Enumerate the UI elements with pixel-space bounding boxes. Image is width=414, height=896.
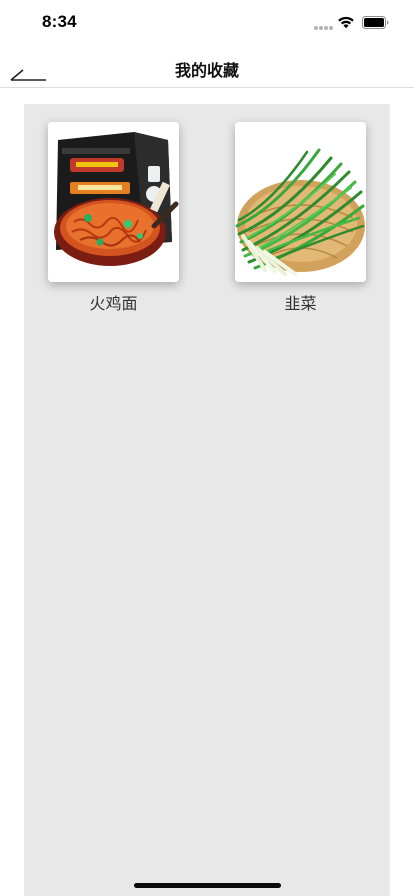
navigation-bar: 我的收藏 <box>0 46 414 88</box>
favorites-screen: 8:34 我的收藏 火鸡面 韭菜 <box>0 0 414 896</box>
chives-basket-image <box>235 122 366 282</box>
spicy-noodle-package-image <box>48 122 179 282</box>
page-title: 我的收藏 <box>174 61 239 80</box>
favorites-grid: 火鸡面 韭菜 <box>24 104 390 896</box>
favorite-item-label: 韭菜 <box>284 294 317 313</box>
favorite-item[interactable]: 火鸡面 <box>48 122 179 314</box>
favorite-item-label: 火鸡面 <box>89 294 138 313</box>
status-time: 8:34 <box>42 12 77 31</box>
cellular-signal-icon <box>314 26 334 30</box>
home-indicator[interactable] <box>134 883 281 888</box>
wifi-icon <box>338 16 354 29</box>
battery-icon <box>362 16 389 29</box>
favorite-item[interactable]: 韭菜 <box>235 122 366 314</box>
status-bar: 8:34 <box>0 0 414 46</box>
